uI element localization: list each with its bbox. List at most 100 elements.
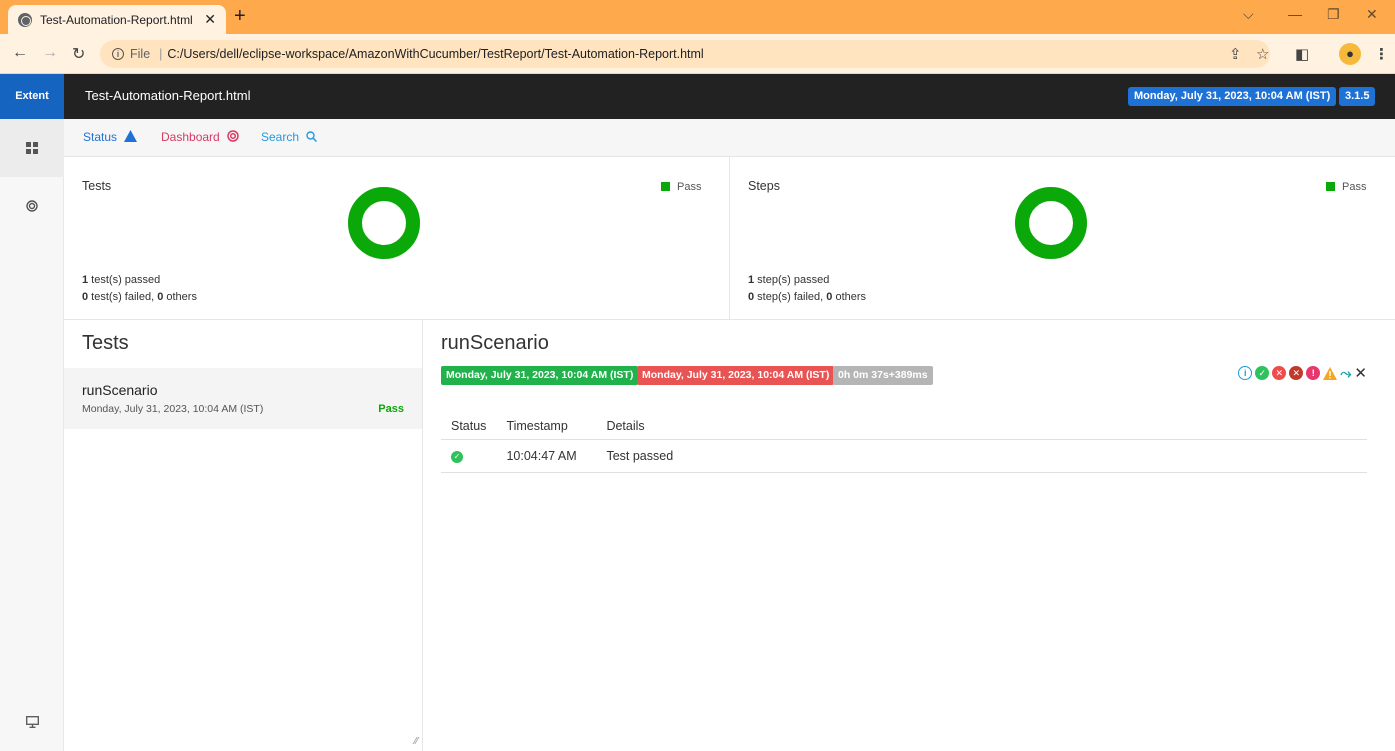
brand-logo: Extent — [0, 74, 64, 119]
resize-handle-icon[interactable]: ⁄⁄ — [415, 736, 418, 747]
log-header-status: Status — [441, 414, 497, 440]
end-time-badge: Monday, July 31, 2023, 10:04 AM (IST) — [637, 366, 835, 385]
profile-avatar-icon[interactable]: ● — [1339, 43, 1361, 65]
log-status-filters: i ✓ ✕ ✕ ! ⤳ ✕ — [1238, 364, 1367, 382]
site-info-icon[interactable]: i — [112, 48, 124, 60]
log-table-header-row: Status Timestamp Details — [441, 414, 1367, 440]
log-timestamp-cell: 10:04:47 AM — [496, 439, 597, 473]
steps-failed-text: step(s) failed, — [754, 291, 827, 303]
steps-others-text: others — [832, 291, 867, 303]
browser-tab[interactable]: Test-Automation-Report.html ✕ — [8, 5, 226, 34]
pass-legend-swatch — [1326, 182, 1335, 191]
tab-title: Test-Automation-Report.html — [40, 12, 193, 27]
log-details-cell: Test passed — [596, 439, 1367, 473]
warning-filter-icon[interactable] — [1323, 366, 1338, 380]
forward-arrow-icon[interactable]: → — [42, 44, 58, 62]
tests-legend-label: Pass — [677, 181, 702, 193]
address-url: C:/Users/dell/eclipse-workspace/AmazonWi… — [167, 47, 704, 61]
pass-legend-swatch — [661, 182, 670, 191]
nav-environment[interactable] — [0, 693, 64, 751]
test-detail-title: runScenario — [441, 332, 549, 354]
browser-toolbar: ← → ↻ i File | C:/Users/dell/eclipse-wor… — [0, 34, 1395, 74]
dashboard-toggle-label: Dashboard — [161, 130, 220, 144]
steps-donut-pass-segment — [1015, 187, 1087, 259]
tests-passed-text: test(s) passed — [88, 274, 161, 286]
tests-others-text: others — [163, 291, 197, 303]
log-header-timestamp: Timestamp — [496, 414, 597, 440]
bookmark-star-icon[interactable]: ☆ — [1256, 45, 1269, 63]
tests-failed-stat: 0 test(s) failed, 0 others — [82, 291, 197, 303]
log-status-cell: ✓ — [441, 439, 497, 473]
steps-failed-stat: 0 step(s) failed, 0 others — [748, 291, 866, 303]
log-header-details: Details — [596, 414, 1367, 440]
tab-search-dropdown-icon[interactable]: ⌵ — [1243, 6, 1254, 23]
nav-test-view[interactable] — [0, 119, 64, 177]
warning-triangle-icon — [124, 130, 138, 142]
fail-filter-icon[interactable]: ✕ — [1272, 366, 1287, 380]
nav-dashboard[interactable] — [0, 177, 64, 235]
tests-donut-pass-segment — [348, 187, 420, 259]
report-name: Test-Automation-Report.html — [85, 88, 251, 103]
duration-badge: 0h 0m 37s+389ms — [833, 366, 933, 385]
fatal-filter-icon[interactable]: ✕ — [1289, 366, 1304, 380]
dashboard-toggle[interactable]: Dashboard — [161, 130, 239, 144]
status-filter-label: Status — [83, 130, 118, 144]
step-log-table: Status Timestamp Details ✓ 10:04:47 AM T… — [441, 414, 1367, 473]
share-icon[interactable]: ⇪ — [1229, 45, 1242, 63]
search-toggle[interactable]: Search — [261, 130, 318, 144]
test-list-heading: Tests — [82, 332, 129, 354]
test-time: Monday, July 31, 2023, 10:04 AM (IST) — [82, 403, 264, 415]
globe-icon — [18, 12, 32, 27]
test-list-item[interactable]: runScenario Monday, July 31, 2023, 10:04… — [64, 368, 422, 429]
table-row: ✓ 10:04:47 AM Test passed — [441, 439, 1367, 473]
steps-legend: Pass — [1326, 181, 1366, 193]
browser-tab-strip: Test-Automation-Report.html ✕ + ⌵ — ❐ ✕ — [0, 0, 1395, 34]
steps-donut-chart — [1015, 187, 1087, 259]
browser-menu-icon[interactable]: ⋮ — [1374, 45, 1389, 63]
tests-summary-card: Tests Pass 1 test(s) passed 0 test(s) fa… — [64, 157, 730, 320]
error-filter-icon[interactable]: ! — [1306, 366, 1321, 380]
back-arrow-icon[interactable]: ← — [12, 44, 28, 62]
report-datetime-badge: Monday, July 31, 2023, 10:04 AM (IST) — [1128, 87, 1337, 106]
report-header: Test-Automation-Report.html Monday, July… — [64, 74, 1395, 119]
tests-card-title: Tests — [82, 179, 112, 193]
minimize-icon[interactable]: — — [1288, 6, 1302, 22]
target-icon — [26, 200, 38, 212]
search-icon — [306, 131, 318, 143]
tests-donut-chart — [348, 187, 420, 259]
tab-close-icon[interactable]: ✕ — [204, 11, 216, 28]
search-toggle-label: Search — [261, 130, 300, 144]
address-separator: | — [159, 47, 163, 61]
test-name: runScenario — [82, 382, 158, 398]
tests-passed-stat: 1 test(s) passed — [82, 274, 160, 286]
address-scheme: File — [130, 47, 151, 61]
pass-filter-icon[interactable]: ✓ — [1255, 366, 1270, 380]
side-nav: Extent — [0, 74, 64, 751]
steps-passed-stat: 1 step(s) passed — [748, 274, 829, 286]
steps-passed-text: step(s) passed — [754, 274, 830, 286]
side-panel-icon[interactable]: ◧ — [1295, 45, 1309, 63]
clear-filter-icon[interactable]: ✕ — [1354, 364, 1367, 382]
steps-card-title: Steps — [748, 179, 780, 193]
skip-filter-icon[interactable]: ⤳ — [1340, 365, 1351, 382]
info-filter-icon[interactable]: i — [1238, 366, 1253, 380]
reload-icon[interactable]: ↻ — [72, 44, 85, 64]
pass-check-icon: ✓ — [451, 450, 463, 463]
steps-legend-label: Pass — [1342, 181, 1367, 193]
test-list-panel: Tests runScenario Monday, July 31, 2023,… — [64, 320, 423, 751]
sub-nav: Status Dashboard Search — [64, 119, 1395, 157]
new-tab-button[interactable]: + — [234, 6, 246, 26]
tests-legend: Pass — [661, 181, 701, 193]
test-status-badge: Pass — [378, 403, 404, 415]
monitor-icon — [25, 716, 39, 728]
address-bar[interactable]: i File | C:/Users/dell/eclipse-workspace… — [100, 40, 1270, 68]
tests-failed-text: test(s) failed, — [88, 291, 158, 303]
window-close-icon[interactable]: ✕ — [1366, 6, 1378, 23]
version-badge: 3.1.5 — [1339, 87, 1376, 106]
start-time-badge: Monday, July 31, 2023, 10:04 AM (IST) — [441, 366, 639, 385]
steps-summary-card: Steps Pass 1 step(s) passed 0 step(s) fa… — [730, 157, 1395, 320]
status-filter[interactable]: Status — [83, 130, 138, 144]
test-detail-panel: runScenario Monday, July 31, 2023, 10:04… — [423, 320, 1395, 751]
restore-icon[interactable]: ❐ — [1327, 6, 1340, 23]
target-icon — [227, 130, 239, 142]
